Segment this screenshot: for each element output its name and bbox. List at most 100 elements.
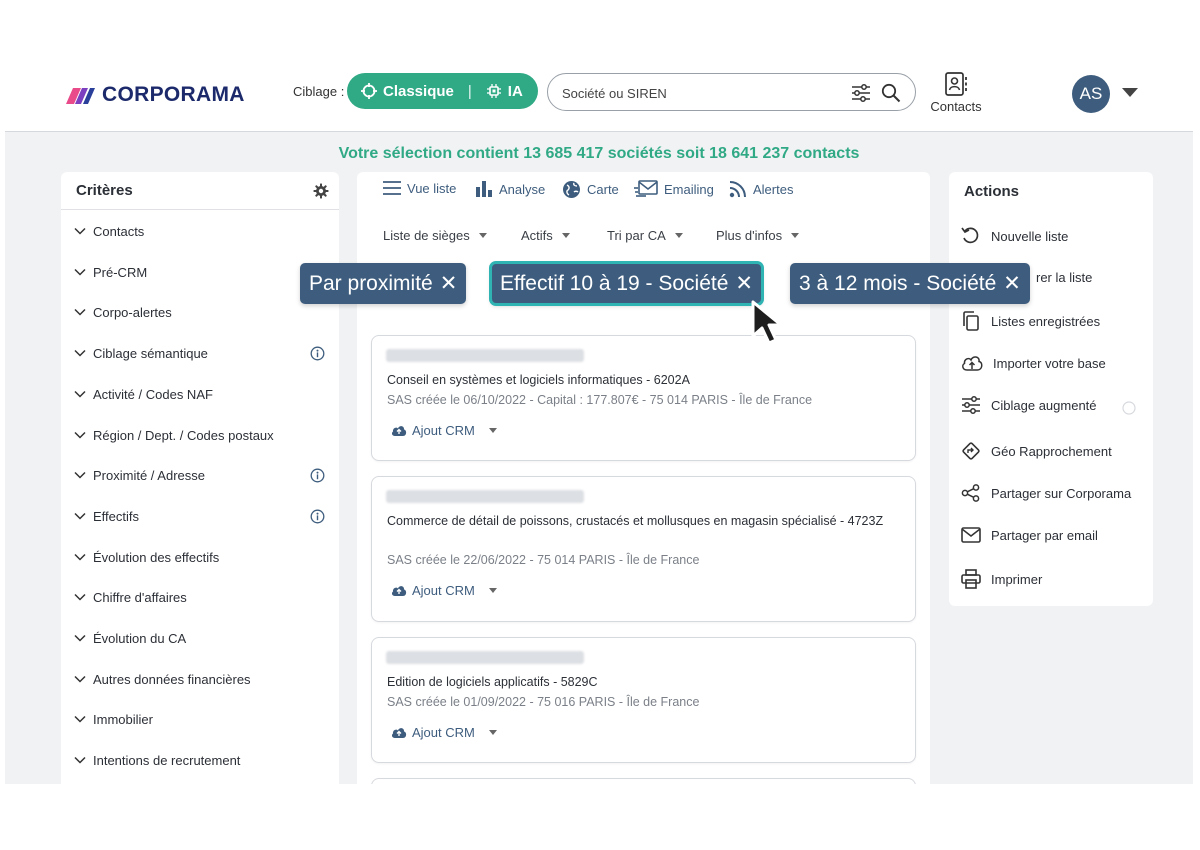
company-card[interactable]: Conseil en systèmes et logiciels informa…	[371, 335, 916, 461]
dropdown-plus-infos[interactable]: Plus d'infos	[716, 228, 800, 243]
copy-icon	[963, 311, 979, 331]
criteria-item[interactable]: Proximité / Adresse	[61, 464, 339, 488]
action-imprimer[interactable]: Imprimer	[961, 569, 1042, 589]
tab-analyse[interactable]: Analyse	[475, 180, 545, 198]
company-card[interactable]	[371, 778, 916, 784]
info-icon[interactable]	[310, 468, 325, 483]
criteria-item[interactable]: Autres données financières	[61, 668, 339, 692]
criteria-item[interactable]: Pré-CRM	[61, 261, 339, 285]
company-meta: SAS créée le 22/06/2022 - 75 014 PARIS -…	[387, 553, 700, 567]
user-menu-caret-icon[interactable]	[1122, 88, 1138, 97]
action-label: Partager sur Corporama	[991, 485, 1132, 501]
criteria-label: Région / Dept. / Codes postaux	[93, 427, 274, 443]
action-label: Listes enregistrées	[991, 313, 1101, 329]
action-importer-base[interactable]: Importer votre base	[961, 354, 1106, 372]
tab-vue-liste[interactable]: Vue liste	[383, 180, 456, 196]
avatar-initials: AS	[1079, 84, 1103, 103]
mode-classique-label: Classique	[383, 82, 454, 100]
criteria-item[interactable]: Ciblage sémantique	[61, 342, 339, 366]
criteria-item[interactable]: Évolution des effectifs	[61, 546, 339, 570]
company-activity: Edition de logiciels applicatifs - 5829C	[387, 675, 598, 689]
add-crm-button[interactable]: Ajout CRM	[391, 725, 497, 740]
criteria-item[interactable]: Effectifs	[61, 505, 339, 529]
gear-icon[interactable]	[313, 183, 329, 199]
dropdown-tri-par-ca[interactable]: Tri par CA	[607, 228, 683, 243]
search-input[interactable]	[562, 83, 832, 103]
chip-label: 3 à 12 mois - Société	[799, 271, 997, 295]
criteria-item[interactable]: Évolution du CA	[61, 627, 339, 651]
tab-label: Analyse	[499, 181, 546, 197]
filter-sliders-icon[interactable]	[851, 84, 871, 102]
action-geo-rapprochement[interactable]: Géo Rapprochement	[961, 441, 1112, 461]
action-ciblage-augmente[interactable]: Ciblage augmenté	[961, 396, 1097, 414]
add-crm-button[interactable]: Ajout CRM	[391, 583, 497, 598]
caret-down-icon	[791, 233, 800, 238]
criteria-item[interactable]: Contacts	[61, 220, 339, 244]
mode-ia-button[interactable]: IA	[486, 83, 523, 100]
company-search	[547, 73, 916, 111]
user-avatar[interactable]: AS	[1072, 75, 1110, 113]
dropdown-label: Liste de sièges	[383, 228, 470, 243]
tab-alertes[interactable]: Alertes	[729, 180, 793, 198]
contacts-button[interactable]: Contacts	[927, 72, 985, 114]
chevron-down-icon	[74, 716, 86, 723]
info-icon[interactable]	[1122, 401, 1136, 415]
chevron-down-icon	[74, 268, 86, 276]
criteria-label: Chiffre d'affaires	[93, 590, 187, 606]
close-icon[interactable]: ✕	[1003, 271, 1021, 296]
company-name-redacted	[386, 490, 584, 503]
info-icon[interactable]	[310, 346, 325, 361]
filter-chip-proximite[interactable]: Par proximité ✕	[300, 263, 467, 304]
criteria-label: Contacts	[93, 224, 145, 239]
add-crm-label: Ajout CRM	[412, 725, 475, 740]
company-meta: SAS créée le 06/10/2022 - Capital : 177.…	[387, 393, 813, 407]
dropdown-label: Actifs	[521, 228, 553, 243]
action-partager-email[interactable]: Partager par email	[961, 527, 1098, 543]
criteria-item[interactable]: Chiffre d'affaires	[61, 586, 339, 610]
dropdown-actifs[interactable]: Actifs	[521, 228, 570, 243]
tab-label: Emailing	[664, 181, 714, 197]
filter-chip-anciennete[interactable]: 3 à 12 mois - Société ✕	[790, 263, 1030, 304]
criteria-item[interactable]: Corpo-alertes	[61, 301, 339, 325]
dropdown-liste-sieges[interactable]: Liste de sièges	[383, 228, 487, 243]
caret-down-icon	[674, 233, 683, 238]
caret-down-icon[interactable]	[488, 428, 497, 433]
criteria-item[interactable]: Activité / Codes NAF	[61, 383, 339, 407]
criteria-item[interactable]: Région / Dept. / Codes postaux	[61, 424, 339, 448]
action-label: rer la liste	[1036, 270, 1093, 285]
company-name-redacted	[386, 651, 584, 664]
action-nouvelle-liste[interactable]: Nouvelle liste	[961, 227, 1068, 245]
mail-icon	[634, 180, 658, 197]
list-icon	[383, 181, 401, 195]
caret-down-icon[interactable]	[488, 588, 497, 593]
close-icon[interactable]: ✕	[735, 271, 753, 296]
chevron-down-icon	[74, 390, 86, 398]
view-tabs: Vue liste Analyse Carte Emailing Alertes	[357, 172, 930, 208]
selection-summary: Votre sélection contient 13 685 417 soci…	[338, 145, 860, 162]
mode-separator: |	[467, 82, 472, 100]
contacts-label: Contacts	[930, 99, 982, 114]
search-icon[interactable]	[881, 83, 901, 103]
company-card[interactable]: Edition de logiciels applicatifs - 5829C…	[371, 637, 916, 763]
info-icon[interactable]	[310, 509, 325, 524]
corporama-logo[interactable]: CORPORAMA	[64, 83, 245, 106]
envelope-icon	[961, 527, 981, 543]
company-card[interactable]: Commerce de détail de poissons, crustacé…	[371, 476, 916, 622]
company-activity: Conseil en systèmes et logiciels informa…	[387, 373, 690, 387]
tab-carte[interactable]: Carte	[562, 180, 619, 199]
close-icon[interactable]: ✕	[440, 271, 458, 296]
criteria-label: Activité / Codes NAF	[93, 386, 213, 402]
tab-label: Vue liste	[407, 180, 457, 196]
criteria-item[interactable]: Immobilier	[61, 708, 339, 732]
tab-emailing[interactable]: Emailing	[634, 180, 714, 198]
chip-label: Par proximité	[309, 271, 433, 295]
caret-down-icon[interactable]	[488, 730, 497, 735]
logo-mark-icon	[66, 88, 95, 104]
criteria-item[interactable]: Intentions de recrutement	[61, 749, 339, 773]
action-listes-enregistrees[interactable]: Listes enregistrées	[961, 311, 1100, 331]
printer-icon	[961, 569, 981, 589]
action-partager-corporama[interactable]: Partager sur Corporama	[961, 484, 1131, 502]
add-crm-button[interactable]: Ajout CRM	[391, 423, 497, 438]
mode-classique-button[interactable]: Classique	[361, 83, 454, 100]
filter-chip-effectif[interactable]: Effectif 10 à 19 - Société ✕	[488, 261, 765, 306]
